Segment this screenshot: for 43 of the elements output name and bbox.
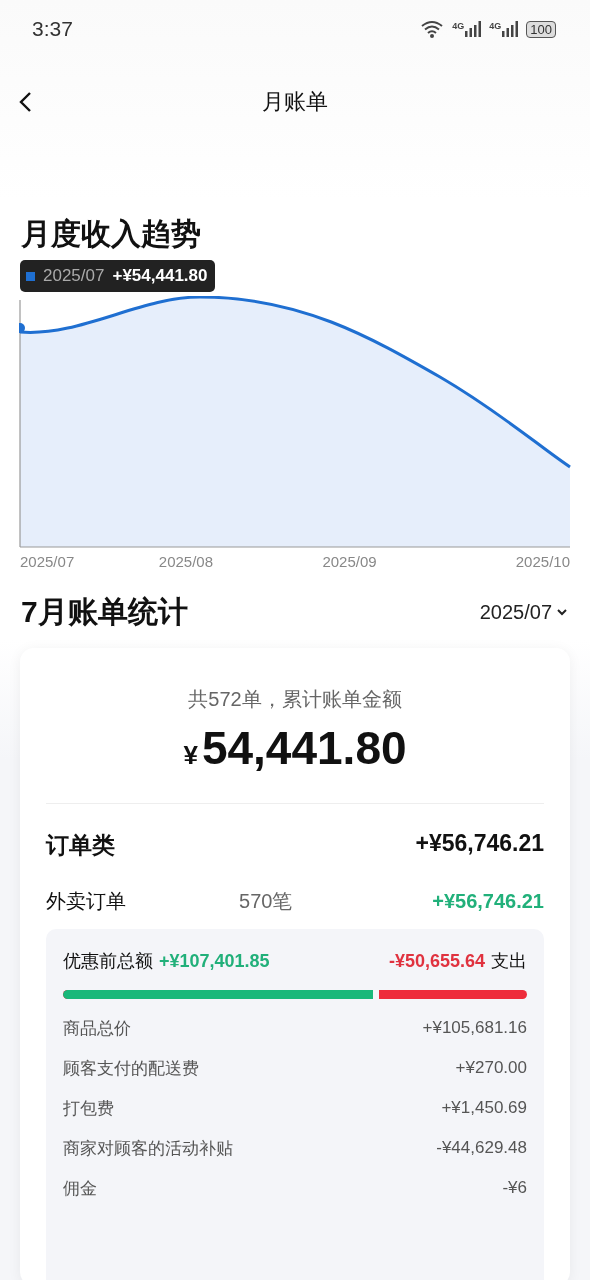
tooltip-value: +¥54,441.80 [112,266,208,286]
tooltip-date: 2025/07 [43,266,105,286]
battery-indicator: 100 [526,20,556,38]
expense-amount: -¥50,655.64 [388,950,485,972]
expense-label: 支出 [491,950,527,973]
item-amount: -¥6 [502,1178,527,1198]
back-icon[interactable] [18,91,32,113]
month-picker[interactable]: 2025/07 [479,600,568,624]
gross-amount: +¥107,401.85 [159,950,270,972]
wifi-icon [420,20,445,38]
signal-icon [502,21,519,37]
chevron-down-icon [556,608,568,616]
axis-label: 2025/10 [515,553,570,570]
subcategory-amount: +¥56,746.21 [432,890,544,913]
axis-label: 2025/09 [322,553,377,570]
item-label: 商品总价 [63,1017,131,1040]
section-title: 7月账单统计 [21,593,188,630]
network-label: 4G [489,21,502,31]
item-amount: -¥44,629.48 [436,1138,527,1158]
total-amount: 54,441.80 [201,721,407,775]
network-label: 4G [452,21,465,31]
section-title: 月度收入趋势 [21,216,202,252]
item-amount: +¥270.00 [455,1058,527,1078]
clock: 3:37 [32,17,73,41]
item-label: 打包费 [63,1097,114,1120]
subcategory-label: 外卖订单 [46,889,127,914]
currency-symbol: ¥ [183,740,198,771]
item-amount: +¥1,450.69 [441,1098,527,1118]
summary-text: 共572单，累计账单金额 [187,687,403,712]
signal-icon [465,21,482,37]
category-amount: +¥56,746.21 [415,830,544,858]
category-label: 订单类 [46,831,115,860]
item-label: 商家对顾客的活动补贴 [63,1137,233,1160]
item-amount: +¥105,681.16 [422,1018,527,1038]
legend-marker-icon [26,271,35,281]
data-point [19,323,25,333]
item-label: 顾客支付的配送费 [63,1057,199,1080]
order-count: 570笔 [239,889,294,914]
gross-label: 优惠前总额 [63,950,153,973]
page-title: 月账单 [262,88,328,116]
axis-label: 2025/08 [158,553,214,570]
axis-label: 2025/07 [20,553,75,570]
item-label: 佣金 [63,1177,97,1200]
